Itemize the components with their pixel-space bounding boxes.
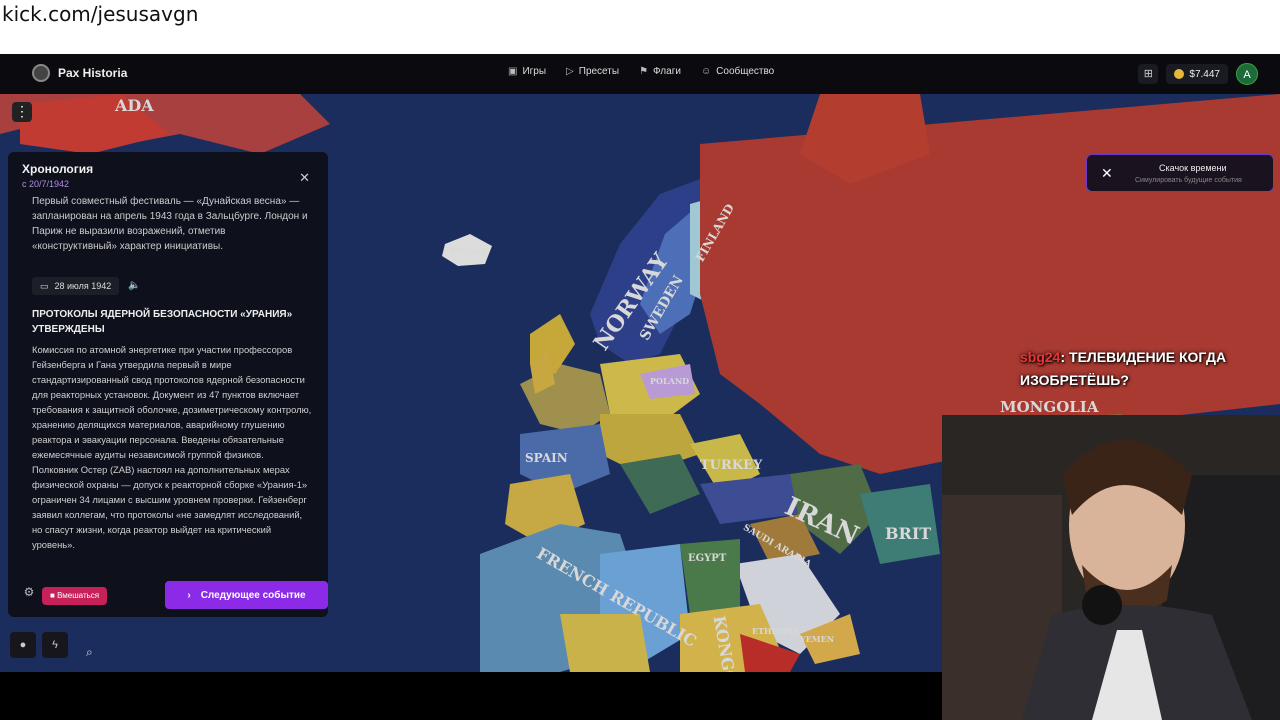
map-label-canada: ADA: [114, 96, 154, 115]
map-label-spain: SPAIN: [525, 451, 568, 465]
event-body: Комиссия по атомной энергетике при участ…: [32, 344, 312, 550]
map-label-brit: BRIT: [885, 524, 931, 543]
gear-icon[interactable]: ⚙: [20, 585, 38, 603]
chat-icon[interactable]: ●: [10, 632, 36, 658]
toast-title: Скачок времени: [1159, 163, 1227, 173]
coin-icon: [1174, 69, 1185, 79]
app-name: Pax Historia: [58, 66, 128, 80]
timeline-title: Хронология: [22, 162, 94, 176]
users-icon: ☺: [700, 66, 712, 77]
previous-event-text: Первый совместный фестиваль — «Дунайская…: [32, 196, 308, 252]
speaker-icon[interactable]: 🔈: [128, 280, 140, 291]
timeline-footer: ⚙ ■ Вмешаться › Следующее событие: [8, 581, 328, 609]
map-label-turkey: TURKEY: [700, 458, 763, 473]
time-jump-toast[interactable]: ✕ Скачок времени Симулировать будущие со…: [1086, 154, 1274, 192]
chat-overlay: sbg24: ТЕЛЕВИДЕНИЕ КОГДА ИЗОБРЕТЁШЬ?: [1020, 346, 1270, 392]
main-nav: ▣ Игры ▷ Пресеты ⚑ Флаги ☺ Сообщество: [508, 66, 774, 77]
gamepad-icon: ▣: [508, 66, 518, 77]
timeline-header: Хронология с 20/7/1942: [22, 162, 93, 189]
stream-bottom-bar: [0, 672, 942, 720]
webcam-image: [942, 415, 1280, 720]
stream-url: kick.com/jesusavgn: [0, 0, 1280, 54]
webcam-feed: [942, 415, 1280, 720]
close-icon[interactable]: ✕: [299, 170, 310, 186]
nav-games-label: Игры: [522, 66, 547, 77]
next-event-label: Следующее событие: [200, 589, 306, 601]
timeline-since: с 20/7/1942: [22, 179, 70, 189]
lightning-icon[interactable]: ϟ: [42, 632, 68, 658]
map-label-ethiopia: ETHIOPIA: [752, 626, 799, 636]
nav-flags-label: Флаги: [653, 66, 681, 77]
timeline-panel: Хронология с 20/7/1942 ✕ Первый совместн…: [8, 152, 328, 617]
globe-icon: [32, 64, 50, 82]
nav-flags[interactable]: ⚑ Флаги: [639, 66, 681, 77]
gift-icon[interactable]: ⊞: [1138, 64, 1159, 84]
event-date: 28 июля 1942: [54, 281, 112, 291]
toast-subtitle: Симулировать будущие события: [1135, 177, 1242, 184]
event-title: ПРОТОКОЛЫ ЯДЕРНОЙ БЕЗОПАСНОСТИ «УРАНИЯ» …: [32, 309, 293, 335]
play-icon: ▷: [566, 66, 574, 77]
map-label-mongolia: MONGOLIA: [1000, 398, 1099, 416]
event-date-badge: ▭ 28 июля 1942: [32, 277, 120, 295]
chevron-right-icon: ›: [187, 589, 191, 601]
intervene-label: Вмешаться: [57, 591, 100, 600]
nav-community-label: Сообщество: [716, 66, 775, 77]
intervene-button[interactable]: ■ Вмешаться: [42, 587, 108, 605]
map-label-yemen: YEMEN: [799, 634, 834, 644]
search-icon[interactable]: ⌕: [86, 645, 93, 660]
avatar[interactable]: A: [1236, 63, 1258, 85]
flag-icon: ⚑: [639, 66, 649, 77]
calendar-icon: ▭: [40, 280, 49, 291]
bottom-tools: ● ϟ: [10, 632, 68, 658]
balance-value: $7.447: [1189, 68, 1220, 80]
map-label-iceland: ICELAND: [450, 247, 487, 256]
nav-community[interactable]: ☺ Сообщество: [701, 66, 774, 77]
nav-presets[interactable]: ▷ Пресеты: [566, 66, 619, 77]
nav-games[interactable]: ▣ Игры: [508, 66, 546, 77]
app-logo[interactable]: Pax Historia: [32, 64, 127, 82]
top-navbar: Pax Historia ▣ Игры ▷ Пресеты ⚑ Флаги ☺ Сооб…: [0, 54, 1280, 94]
map-label-egypt: EGYPT: [688, 553, 727, 564]
chat-username: sbg24: [1020, 349, 1061, 365]
balance-button[interactable]: $7.447: [1166, 64, 1228, 84]
map-menu-icon[interactable]: ⋮: [12, 102, 32, 122]
close-icon[interactable]: ✕: [1101, 165, 1113, 182]
next-event-button[interactable]: › Следующее событие: [165, 581, 328, 609]
map-label-poland: POLAND: [650, 376, 689, 386]
account-controls: ⊞ $7.447 A: [1138, 63, 1258, 85]
nav-presets-label: Пресеты: [578, 66, 620, 77]
